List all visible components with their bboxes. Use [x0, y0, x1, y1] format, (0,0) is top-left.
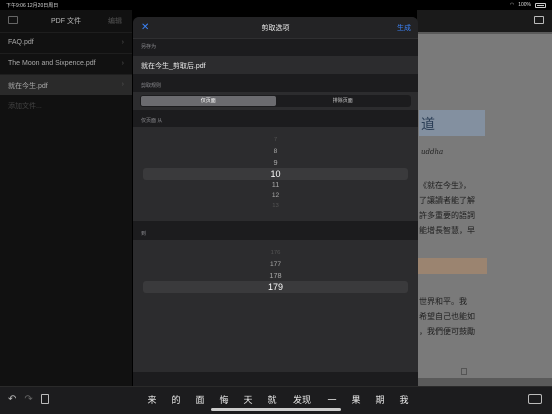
trash-icon[interactable]: [461, 368, 467, 375]
wifi-icon: ◠: [509, 2, 515, 8]
file-item-moon[interactable]: The Moon and Sixpence.pdf ›: [0, 53, 132, 74]
candidate-word[interactable]: 我: [392, 393, 416, 406]
files-panel: PDF 文件 编辑 FAQ.pdf › The Moon and Sixpenc…: [0, 10, 132, 388]
battery-icon: [535, 2, 546, 8]
picker-value[interactable]: 13: [133, 203, 418, 209]
document-paragraph: 《就在今生》， 了讓讀者能了解 許多重要的語詞 能增長智慧，早: [419, 178, 549, 238]
undo-icon[interactable]: ↶: [8, 394, 16, 405]
document-heading: 道: [419, 110, 485, 136]
save-as-label: 另存为: [141, 44, 157, 50]
from-label: 仅页面 从: [141, 118, 163, 124]
text-line: 了讓讀者能了解: [419, 196, 475, 205]
candidate-word[interactable]: 天: [236, 393, 260, 406]
candidate-word[interactable]: 果: [344, 393, 368, 406]
sidebar-right-icon[interactable]: [534, 16, 544, 24]
candidate-word[interactable]: 期: [368, 393, 392, 406]
document-header: [417, 10, 552, 32]
picker-value[interactable]: 176: [133, 250, 418, 256]
file-label: The Moon and Sixpence.pdf: [8, 60, 96, 67]
picker-value[interactable]: 12: [133, 192, 418, 199]
battery-text: 100%: [518, 2, 531, 8]
candidate-word[interactable]: 来: [140, 393, 164, 406]
picker-value[interactable]: 178: [133, 271, 418, 280]
document-page: 道 uddha 《就在今生》， 了讓讀者能了解 許多重要的語詞 能增長智慧，早 …: [417, 34, 552, 378]
picker-value-selected[interactable]: 179: [133, 282, 418, 292]
chevron-right-icon: ›: [121, 81, 124, 88]
to-page-picker[interactable]: 176 177 178 179: [133, 240, 418, 372]
candidate-list: 来的面悔天就发现一果期我: [140, 393, 416, 406]
rule-segmented-control: 仅页面 排除页面: [133, 92, 418, 110]
chevron-right-icon: ›: [121, 60, 124, 67]
text-line: 《就在今生》，: [419, 181, 471, 190]
files-header: PDF 文件 编辑: [0, 10, 132, 32]
edit-button[interactable]: 编辑: [108, 16, 122, 26]
to-label: 到: [141, 231, 147, 237]
text-line: ，我們便可鼓勵: [419, 327, 475, 336]
modal-title: 剪取选项: [261, 25, 290, 32]
text-line: 許多重要的語詞: [419, 211, 475, 220]
status-time: 下午9:06 12月20日周日: [6, 3, 59, 9]
picker-value[interactable]: 11: [133, 180, 418, 189]
document-subtitle: uddha: [421, 148, 444, 156]
status-bar: 下午9:06 12月20日周日 ◠ 100%: [0, 0, 552, 10]
candidate-word[interactable]: 的: [164, 393, 188, 406]
file-item-selected[interactable]: 就在今生.pdf ›: [0, 74, 132, 95]
crop-options-modal: ✕ 剪取选项 生成 另存为 就在今生_剪取后.pdf 剪取规则 仅页面 排除页面…: [133, 17, 418, 397]
modal-header: ✕ 剪取选项 生成: [133, 17, 418, 39]
candidate-word[interactable]: 面: [188, 393, 212, 406]
segment-pages-only[interactable]: 仅页面: [141, 96, 276, 106]
generate-button[interactable]: 生成: [397, 23, 411, 33]
text-line: 能增長智慧，早: [419, 226, 475, 235]
picker-value[interactable]: 177: [133, 261, 418, 268]
candidate-word[interactable]: 就: [260, 393, 284, 406]
file-item-faq[interactable]: FAQ.pdf ›: [0, 32, 132, 53]
file-label: FAQ.pdf: [8, 39, 34, 46]
candidate-word[interactable]: 悔: [212, 393, 236, 406]
highlight-band: [417, 258, 487, 274]
home-indicator: [211, 408, 341, 411]
paste-icon[interactable]: [40, 394, 49, 404]
segment-exclude-pages[interactable]: 排除页面: [276, 96, 411, 106]
rule-label: 剪取规则: [141, 83, 162, 89]
candidate-word[interactable]: 发现: [284, 393, 320, 406]
picker-value-selected[interactable]: 10: [133, 169, 418, 179]
chevron-right-icon: ›: [121, 39, 124, 46]
redo-icon[interactable]: ↷: [24, 394, 32, 405]
text-line: 希望自己也能如: [419, 312, 475, 321]
file-label: 就在今生.pdf: [8, 83, 48, 90]
filename-field[interactable]: 就在今生_剪取后.pdf: [133, 56, 418, 74]
document-paragraph: 世界和平。我 希望自己也能如 ，我們便可鼓勵: [419, 294, 549, 339]
picker-value[interactable]: 7: [133, 137, 418, 143]
picker-value[interactable]: 9: [133, 158, 418, 167]
from-page-picker[interactable]: 7 8 9 10 11 12 13: [133, 127, 418, 221]
candidate-word[interactable]: 一: [320, 393, 344, 406]
picker-value[interactable]: 8: [133, 148, 418, 155]
document-panel: 道 uddha 《就在今生》， 了讓讀者能了解 許多重要的語詞 能增長智慧，早 …: [417, 10, 552, 386]
add-file-button[interactable]: 添加文件...: [0, 95, 132, 117]
keyboard-icon[interactable]: [528, 394, 542, 404]
text-line: 世界和平。我: [419, 297, 467, 306]
